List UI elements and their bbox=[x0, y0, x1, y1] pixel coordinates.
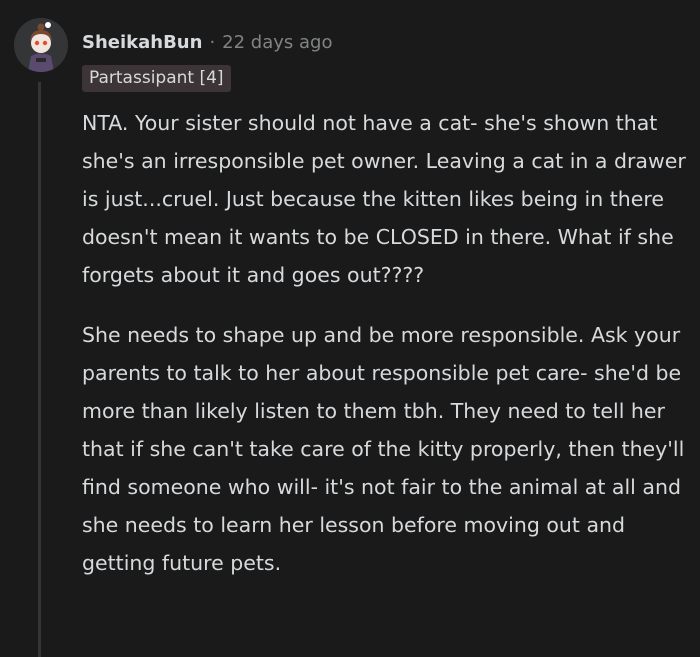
comment-header: SheikahBun · 22 days ago bbox=[82, 28, 332, 56]
comment-body: NTA. Your sister should not have a cat- … bbox=[82, 104, 687, 604]
separator-dot: · bbox=[209, 31, 216, 53]
avatar-image bbox=[14, 18, 68, 72]
avatar[interactable] bbox=[14, 18, 68, 72]
thread-line[interactable] bbox=[38, 82, 41, 657]
comment-paragraph-1: NTA. Your sister should not have a cat- … bbox=[82, 111, 686, 287]
username[interactable]: SheikahBun bbox=[82, 32, 202, 53]
comment-paragraph-2: She needs to shape up and be more respon… bbox=[82, 323, 685, 575]
comment: SheikahBun · 22 days ago Partassipant [4… bbox=[0, 0, 700, 657]
user-flair: Partassipant [4] bbox=[82, 65, 231, 92]
timestamp[interactable]: 22 days ago bbox=[222, 32, 332, 53]
